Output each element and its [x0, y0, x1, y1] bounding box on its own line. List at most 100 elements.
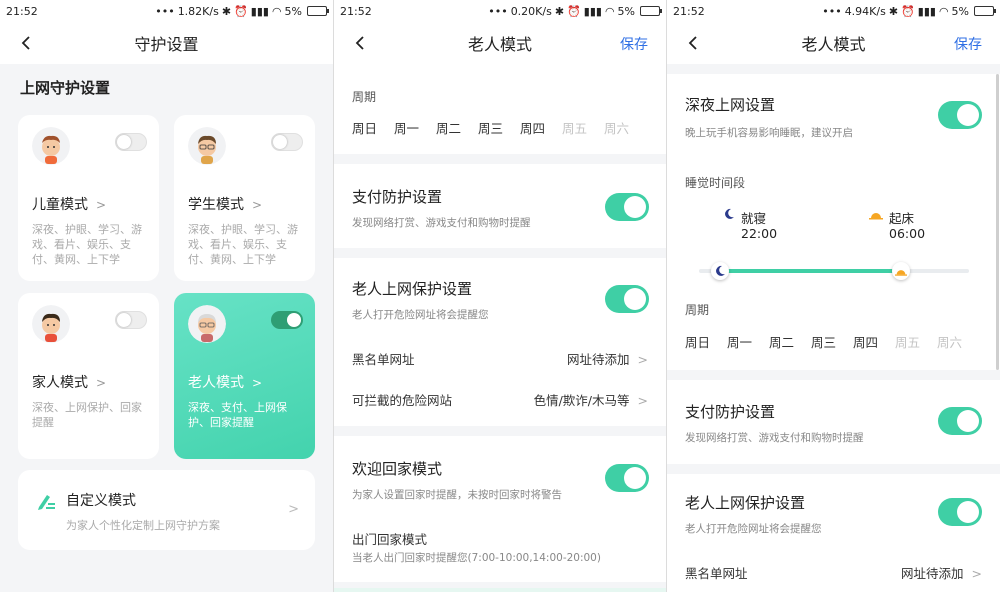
blacklist-value: 网址待添加 >: [901, 566, 982, 581]
status-bar: 21:52 ••• 4.94K/s ✱ ⏰ ▮▮▮ ◠ 5%: [667, 0, 1000, 22]
welcome-desc: 为家人设置回家时提醒，未按时回家时将警告: [352, 489, 562, 501]
net-speed: 0.20K/s: [510, 4, 552, 18]
chevron-right-icon: >: [288, 502, 299, 517]
sunrise-icon: [895, 270, 907, 276]
weekday-row: 周日 周一 周二 周三 周四 周五 周六: [352, 118, 646, 137]
child-mode-toggle[interactable]: [115, 133, 147, 151]
weekday-sun[interactable]: 周日: [352, 118, 394, 137]
nav-bar: 守护设置: [0, 22, 333, 64]
chevron-right-icon: >: [971, 566, 982, 581]
custom-mode-name: 自定义模式: [66, 493, 136, 509]
child-avatar-icon: [32, 127, 70, 165]
back-arrow-icon[interactable]: [352, 35, 368, 51]
student-avatar-icon: [188, 127, 226, 165]
weekday-thu[interactable]: 周四: [853, 332, 895, 351]
elder-net-toggle[interactable]: [605, 285, 649, 313]
elder-mode-toggle[interactable]: [271, 311, 303, 329]
weekday-fri[interactable]: 周五: [562, 118, 604, 137]
bluetooth-icon: ✱: [554, 4, 565, 18]
chevron-right-icon: >: [96, 198, 107, 212]
weekday-tue[interactable]: 周二: [436, 118, 478, 137]
night-title: 深夜上网设置: [685, 96, 776, 114]
weekday-fri[interactable]: 周五: [895, 332, 937, 351]
weekday-wed[interactable]: 周三: [478, 118, 520, 137]
outdoor-title: 出门回家模式: [352, 532, 428, 547]
elder-net-title: 老人上网保护设置: [685, 494, 806, 512]
payment-desc: 发现网络打赏、游戏支付和购物时提醒: [685, 432, 864, 444]
student-mode-toggle[interactable]: [271, 133, 303, 151]
elder-net-block: 老人上网保护设置 老人打开危险网址将会提醒您 黑名单网址 网址待添加 > 可拦截的…: [334, 258, 666, 426]
moon-icon: [716, 265, 725, 276]
elder-net-toggle[interactable]: [938, 498, 982, 526]
danger-site-label: 可拦截的危险网站: [352, 393, 453, 408]
payment-title: 支付防护设置: [685, 403, 776, 421]
weekday-mon[interactable]: 周一: [727, 332, 769, 351]
status-time: 21:52: [673, 4, 705, 18]
chevron-right-icon: >: [637, 352, 648, 367]
mode-card-child[interactable]: 儿童模式 > 深夜、护眼、学习、游戏、看片、娱乐、支付、黄网、上下学: [18, 115, 159, 281]
signal-dots-icon: •••: [488, 4, 508, 18]
weekday-tue[interactable]: 周二: [769, 332, 811, 351]
payment-toggle[interactable]: [605, 193, 649, 221]
weekday-mon[interactable]: 周一: [394, 118, 436, 137]
screen-guard-settings: 21:52 ••• 1.82K/s ✱ ⏰ ▮▮▮ ◠ 5% 守护设置 上网守护…: [0, 0, 333, 592]
chevron-right-icon: >: [637, 393, 648, 408]
wifi-icon: ◠: [938, 4, 949, 18]
back-arrow-icon[interactable]: [18, 35, 34, 51]
chevron-right-icon: >: [252, 376, 263, 390]
battery-icon: [640, 6, 662, 16]
moon-icon: [725, 208, 734, 219]
family-mode-toggle[interactable]: [115, 311, 147, 329]
mode-desc: 深夜、护眼、学习、游戏、看片、娱乐、支付、黄网、上下学: [188, 223, 298, 266]
period-label: 周期: [352, 90, 377, 104]
night-toggle[interactable]: [938, 101, 982, 129]
mode-name: 老人模式 >: [188, 375, 263, 391]
signal-icon: ▮▮▮: [917, 4, 936, 18]
mode-name: 家人模式 >: [32, 375, 107, 391]
weekday-row: 周日 周一 周二 周三 周四 周五 周六: [685, 332, 979, 351]
weekday-thu[interactable]: 周四: [520, 118, 562, 137]
elder-avatar-icon: [188, 305, 226, 343]
custom-mode-card[interactable]: 自定义模式 为家人个性化定制上网守护方案 >: [18, 470, 315, 550]
save-button[interactable]: 保存: [954, 34, 982, 54]
weekday-sun[interactable]: 周日: [685, 332, 727, 351]
sunrise-icon: [869, 213, 883, 220]
signal-dots-icon: •••: [822, 4, 842, 18]
status-time: 21:52: [6, 4, 38, 18]
signal-dots-icon: •••: [155, 4, 175, 18]
payment-block: 支付防护设置 发现网络打赏、游戏支付和购物时提醒: [334, 164, 666, 248]
net-speed: 4.94K/s: [844, 4, 886, 18]
weekday-sat[interactable]: 周六: [937, 332, 979, 351]
outdoor-desc: 当老人出门回家时提醒您(7:00-10:00,14:00-20:00): [352, 552, 601, 564]
save-button[interactable]: 保存: [620, 34, 648, 54]
battery-text: 5%: [951, 4, 969, 18]
sleep-time[interactable]: 22:00: [741, 226, 777, 241]
wifi-icon: ◠: [604, 4, 615, 18]
section-title: 上网守护设置: [20, 79, 111, 97]
page-title: 守护设置: [134, 35, 199, 54]
scrollbar[interactable]: [996, 74, 999, 370]
wake-time[interactable]: 06:00: [889, 226, 925, 241]
back-arrow-icon[interactable]: [685, 35, 701, 51]
payment-block: 支付防护设置 发现网络打赏、游戏支付和购物时提醒: [667, 380, 1000, 464]
family-avatar-icon: [32, 305, 70, 343]
wake-knob[interactable]: [892, 262, 910, 280]
battery-icon: [307, 6, 329, 16]
mode-card-student[interactable]: 学生模式 > 深夜、护眼、学习、游戏、看片、娱乐、支付、黄网、上下学: [174, 115, 315, 281]
danger-site-value: 色情/欺诈/木马等 >: [533, 393, 648, 408]
chevron-right-icon: >: [252, 198, 263, 212]
mode-card-elder[interactable]: 老人模式 > 深夜、支付、上网保护、回家提醒: [174, 293, 315, 459]
sleep-period-label: 睡觉时间段: [685, 176, 746, 190]
blacklist-value: 网址待添加 >: [567, 352, 648, 367]
night-desc: 晚上玩手机容易影响睡眠，建议开启: [685, 127, 853, 139]
sleep-knob[interactable]: [711, 262, 729, 280]
signal-icon: ▮▮▮: [583, 4, 602, 18]
elder-net-desc: 老人打开危险网址将会提醒您: [685, 523, 822, 535]
mode-card-family[interactable]: 家人模式 > 深夜、上网保护、回家提醒: [18, 293, 159, 459]
weekday-sat[interactable]: 周六: [604, 118, 646, 137]
screen-elder-mode-2: 21:52 ••• 4.94K/s ✱ ⏰ ▮▮▮ ◠ 5% 老人模式 保存 深…: [667, 0, 1000, 592]
welcome-toggle[interactable]: [605, 464, 649, 492]
custom-mode-desc: 为家人个性化定制上网守护方案: [66, 519, 220, 532]
payment-toggle[interactable]: [938, 407, 982, 435]
weekday-wed[interactable]: 周三: [811, 332, 853, 351]
